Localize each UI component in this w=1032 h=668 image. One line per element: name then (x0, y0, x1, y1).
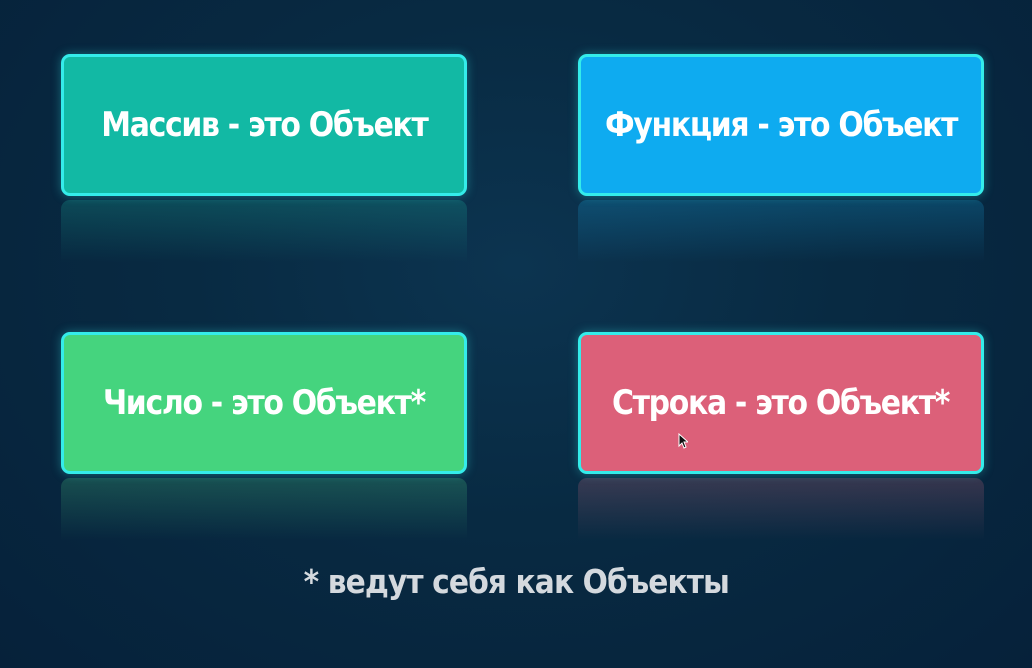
card-array-reflection (61, 200, 467, 262)
card-string-is-object: Строка - это Объект* (578, 332, 984, 474)
arrow-pointer-icon (678, 433, 688, 449)
footnote-text: * ведут себя как Объекты (303, 562, 729, 601)
card-label: Строка - это Объект* (612, 383, 950, 423)
card-number-reflection (61, 478, 467, 540)
card-function-is-object: Функция - это Объект (578, 54, 984, 196)
footnote: * ведут себя как Объекты (0, 562, 1032, 601)
card-label: Функция - это Объект (604, 105, 958, 145)
card-string-reflection (578, 478, 984, 540)
card-number-is-object: Число - это Объект* (61, 332, 467, 474)
card-label: Массив - это Объект (100, 105, 429, 145)
card-label: Число - это Объект* (103, 383, 426, 423)
card-array-is-object: Массив - это Объект (61, 54, 467, 196)
card-function-reflection (578, 200, 984, 262)
